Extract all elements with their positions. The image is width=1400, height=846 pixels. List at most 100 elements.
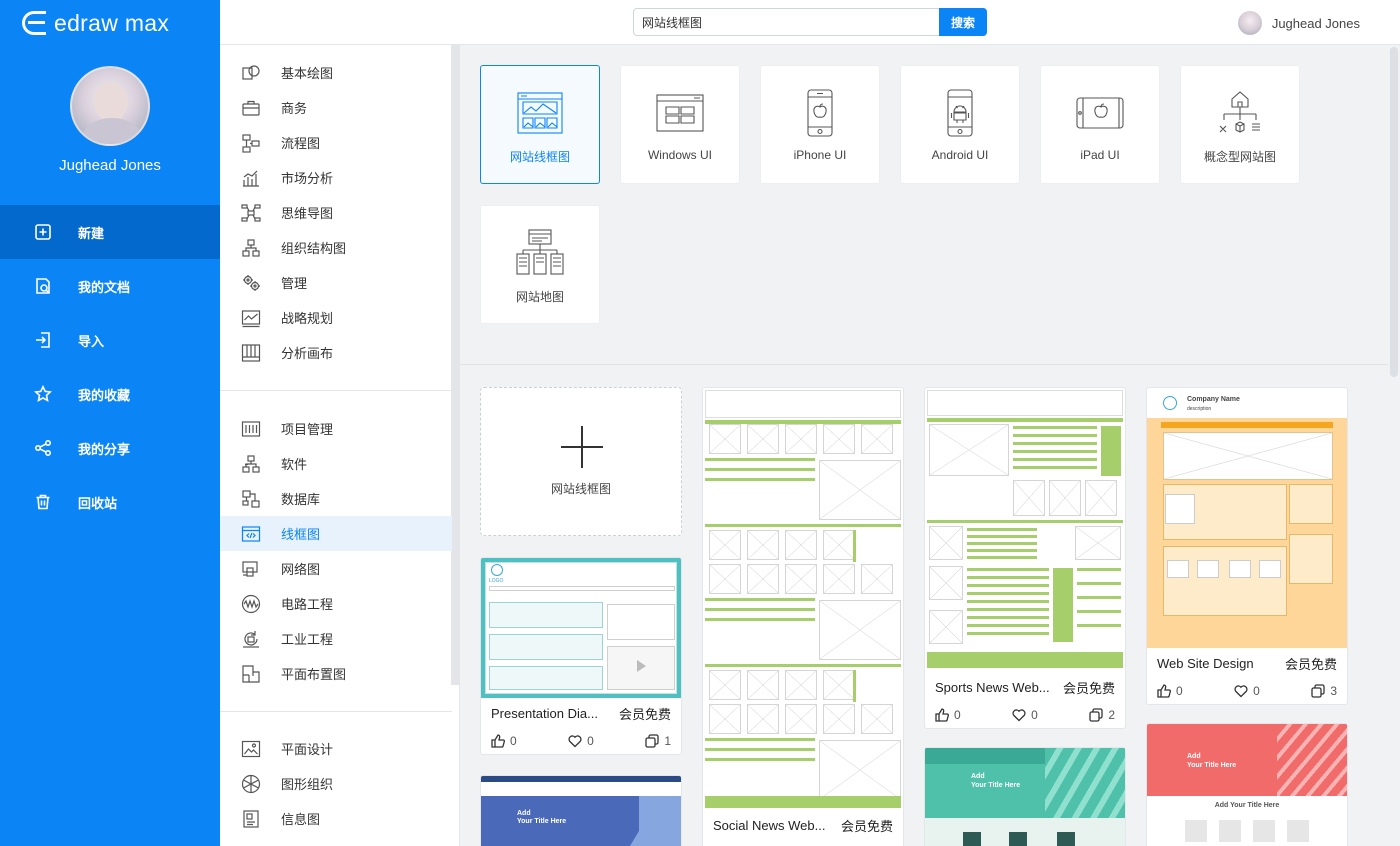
database-icon <box>241 489 261 509</box>
sitemap-icon <box>515 228 565 278</box>
duplicate-button[interactable]: 3 <box>1311 684 1337 698</box>
new-blank-card[interactable]: 网站线框图 <box>480 387 682 536</box>
star-icon <box>34 385 52 403</box>
nav-item-trash[interactable]: 回收站 <box>0 475 220 529</box>
template-card[interactable]: Sports News Web... 会员免费 0 0 2 <box>924 387 1126 729</box>
wireframe-block <box>967 592 1049 595</box>
wireframe-block <box>1013 466 1097 469</box>
circuit-icon <box>241 594 261 614</box>
placeholder-image <box>1013 480 1045 516</box>
favorite-button[interactable]: 0 <box>1234 684 1260 698</box>
industrial-icon <box>241 629 261 649</box>
category-item-management[interactable]: 管理 <box>220 265 452 300</box>
app-logo[interactable]: edraw max <box>22 10 169 36</box>
favorite-button[interactable]: 0 <box>1012 708 1038 722</box>
placeholder-image <box>861 704 893 734</box>
favorite-button[interactable]: 0 <box>568 734 594 748</box>
wireframe-block <box>967 608 1049 611</box>
nav-item-import[interactable]: 导入 <box>0 313 220 367</box>
type-card-sitemap[interactable]: 网站地图 <box>480 205 600 324</box>
thumbs-up-icon <box>935 708 949 722</box>
category-item-infographic[interactable]: 信息图 <box>220 801 452 836</box>
template-card[interactable]: Social News Web... 会员免费 <box>702 387 904 846</box>
wireframe-block <box>1077 610 1121 613</box>
placeholder-image <box>929 526 963 560</box>
copy-count: 3 <box>1330 684 1337 698</box>
nav-item-label: 我的收藏 <box>78 387 131 403</box>
template-card[interactable]: Company Name description Web Site Design… <box>1146 387 1348 705</box>
copy-icon <box>1311 684 1325 698</box>
wireframe-block <box>1013 434 1097 437</box>
like-button[interactable]: 0 <box>491 734 517 748</box>
search-input[interactable] <box>634 9 939 35</box>
duplicate-button[interactable]: 2 <box>1089 708 1115 722</box>
wireframe-block <box>967 616 1049 619</box>
heart-icon <box>1012 709 1026 722</box>
type-card-concept-sitemap[interactable]: 概念型网站图 <box>1180 65 1300 184</box>
nav-item-new[interactable]: 新建 <box>0 205 220 259</box>
scrollbar-thumb[interactable] <box>1390 47 1398 377</box>
category-item-graphic-organizer[interactable]: 图形组织 <box>220 766 452 801</box>
nav-item-label: 我的文档 <box>78 279 131 295</box>
duplicate-button[interactable]: 1 <box>645 734 671 748</box>
like-button[interactable]: 0 <box>935 708 961 722</box>
wireframe-block <box>705 608 815 611</box>
template-card[interactable]: Add Your Title Here <box>924 747 1126 846</box>
type-card-android-ui[interactable]: Android UI <box>900 65 1020 184</box>
wireframe-block <box>967 600 1049 603</box>
type-card-ipad-ui[interactable]: iPad UI <box>1040 65 1160 184</box>
category-item-basic[interactable]: 基本绘图 <box>220 55 452 90</box>
template-card[interactable]: Add Your Title Here Add Your Title Here <box>1146 723 1348 846</box>
heart-icon <box>1234 685 1248 698</box>
template-type-panel: 网站线框图 Windows UI iPhone UI Android UI iP… <box>460 45 1388 365</box>
wireframe-block <box>967 528 1037 531</box>
category-item-floorplan[interactable]: 平面布置图 <box>220 656 452 691</box>
category-item-database[interactable]: 数据库 <box>220 481 452 516</box>
wireframe-block <box>705 758 815 761</box>
category-item-mindmap[interactable]: 思维导图 <box>220 195 452 230</box>
category-label: 管理 <box>281 276 308 291</box>
category-item-industrial[interactable]: 工业工程 <box>220 621 452 656</box>
category-label: 图形组织 <box>281 777 334 792</box>
type-card-iphone-ui[interactable]: iPhone UI <box>760 65 880 184</box>
nav-item-my-docs[interactable]: 我的文档 <box>0 259 220 313</box>
like-count: 0 <box>510 734 517 748</box>
wireframe-block <box>967 556 1037 559</box>
category-item-graphic-design[interactable]: 平面设计 <box>220 731 452 766</box>
user-menu[interactable]: Jughead Jones <box>1237 11 1360 35</box>
category-item-wireframe[interactable]: 线框图 <box>220 516 452 551</box>
nav-item-share[interactable]: 我的分享 <box>0 421 220 475</box>
like-button[interactable]: 0 <box>1157 684 1183 698</box>
org-chart-icon <box>241 238 261 258</box>
category-item-market[interactable]: 市场分析 <box>220 160 452 195</box>
placeholder-image <box>747 424 779 454</box>
placeholder-image <box>709 670 741 700</box>
my-docs-icon <box>34 277 52 295</box>
trash-icon <box>34 493 52 511</box>
category-item-network[interactable]: 网络图 <box>220 551 452 586</box>
type-card-website-wireframe[interactable]: 网站线框图 <box>480 65 600 184</box>
category-item-circuit[interactable]: 电路工程 <box>220 586 452 621</box>
template-badge: 会员免费 <box>840 818 893 834</box>
avatar[interactable] <box>70 66 150 146</box>
type-card-windows-ui[interactable]: Windows UI <box>620 65 740 184</box>
thumbs-up-icon <box>1157 684 1171 698</box>
search-button[interactable]: 搜索 <box>939 8 987 36</box>
category-item-project[interactable]: 项目管理 <box>220 411 452 446</box>
category-item-strategy[interactable]: 战略规划 <box>220 300 452 335</box>
nav-item-favorites[interactable]: 我的收藏 <box>0 367 220 421</box>
category-scrollbar[interactable] <box>451 45 459 685</box>
category-item-flowchart[interactable]: 流程图 <box>220 125 452 160</box>
placeholder-image <box>1049 480 1081 516</box>
template-thumbnail: Add Your Title Here <box>925 748 1125 846</box>
wireframe-block <box>1077 596 1121 599</box>
category-item-business[interactable]: 商务 <box>220 90 452 125</box>
like-count: 0 <box>954 708 961 722</box>
template-thumbnail: Add Your Title Here Add Your Title Here <box>1147 724 1347 846</box>
category-item-software[interactable]: 软件 <box>220 446 452 481</box>
template-card[interactable]: LOGO Presentation Dia... 会员免费 0 0 1 <box>480 557 682 755</box>
content-scrollbar[interactable] <box>1388 45 1400 846</box>
template-card[interactable]: Add Your Title Here <box>480 775 682 846</box>
category-item-canvas[interactable]: 分析画布 <box>220 335 452 370</box>
category-item-orgchart[interactable]: 组织结构图 <box>220 230 452 265</box>
